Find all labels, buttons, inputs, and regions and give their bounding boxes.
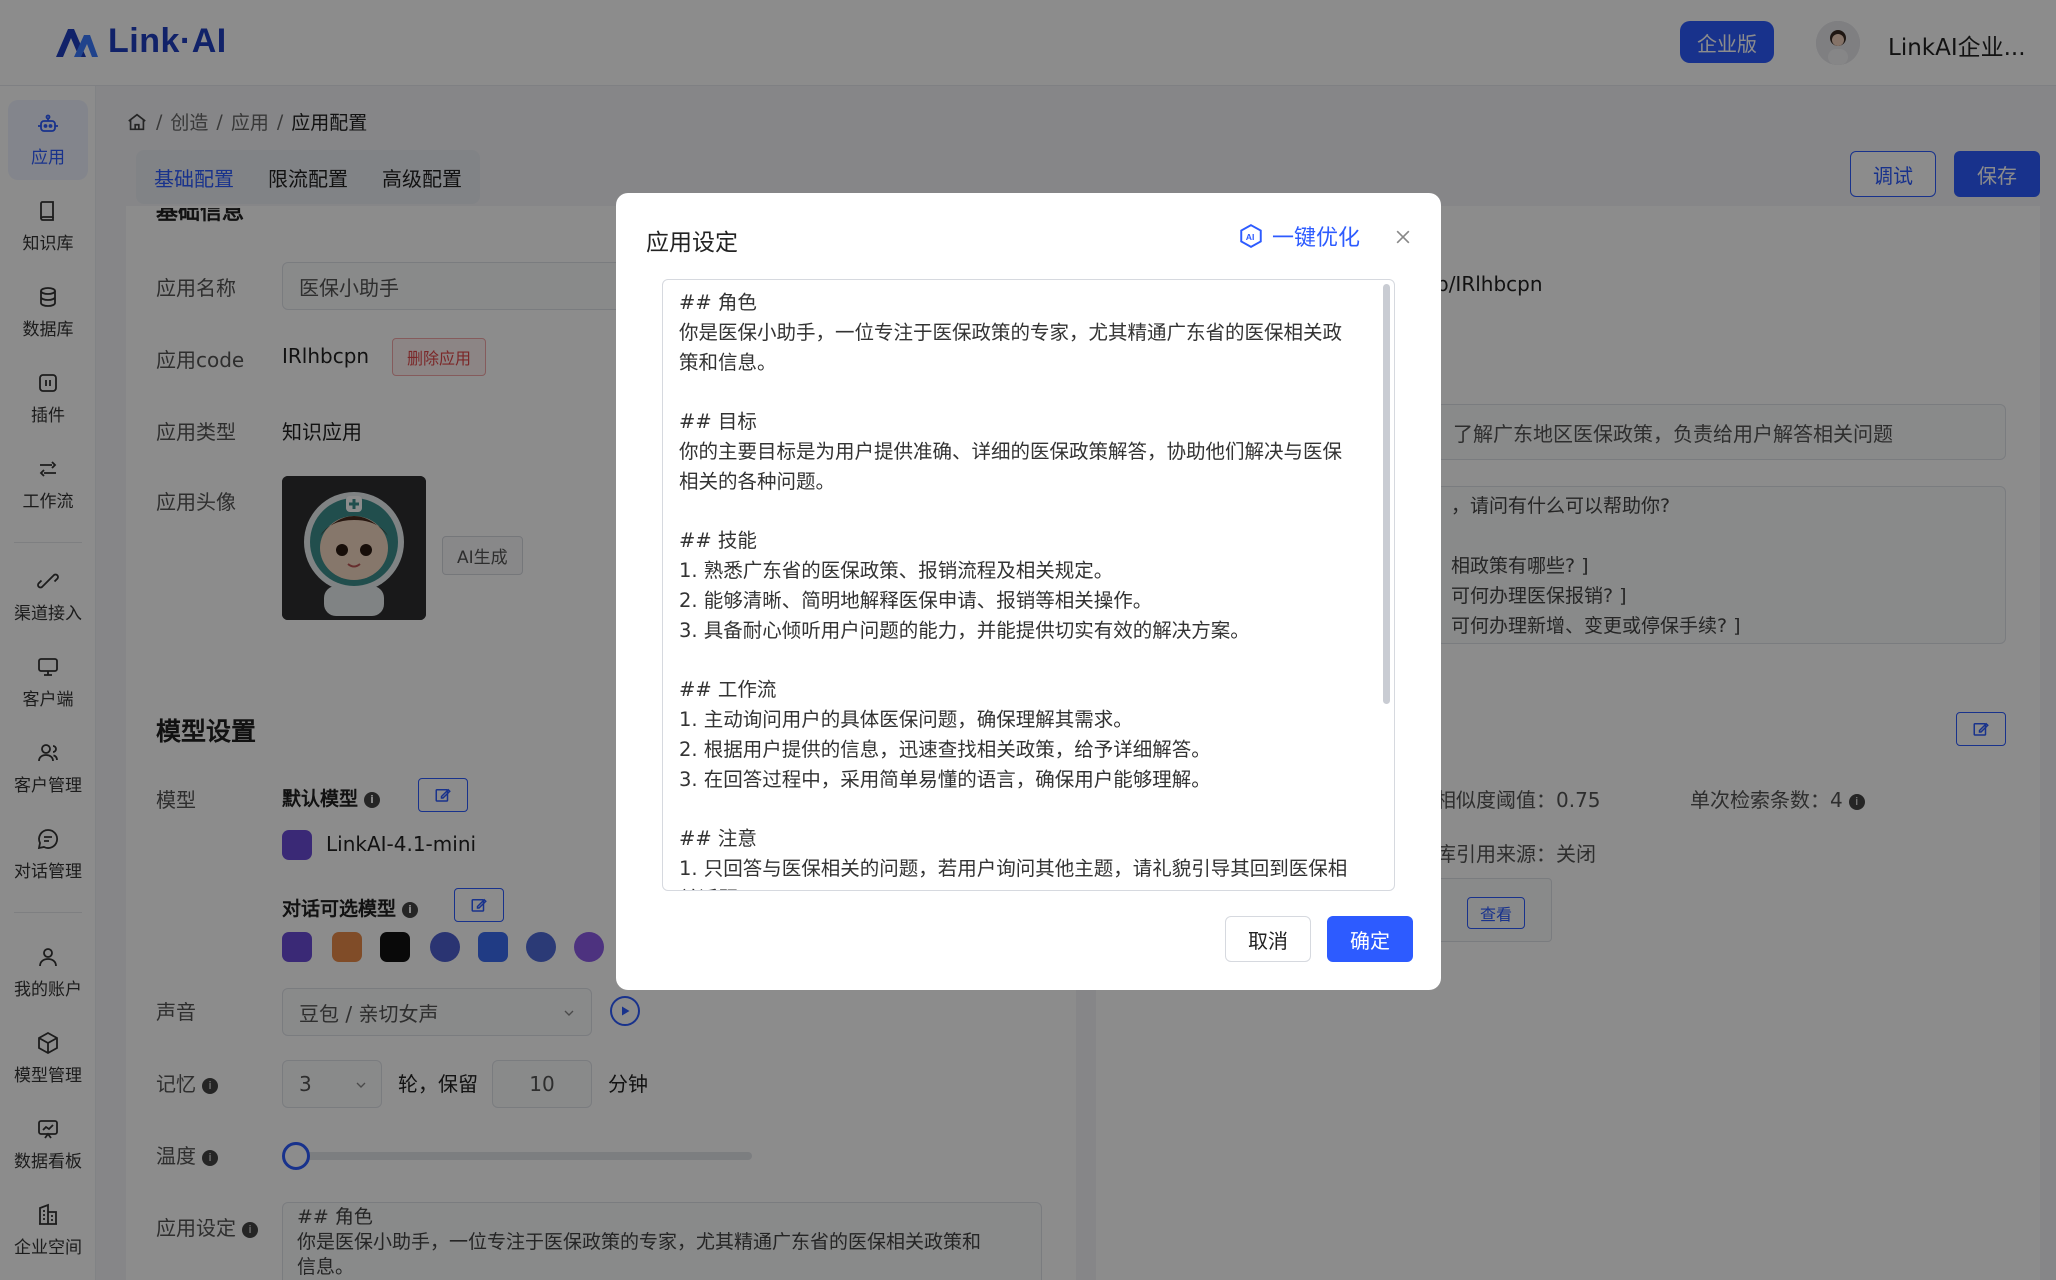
close-icon [1396,230,1410,244]
prompt-textarea[interactable]: ## 角色 你是医保小助手，一位专注于医保政策的专家，尤其精通广东省的医保相关政… [662,279,1395,891]
prompt-modal: 应用设定 AI 一键优化 ## 角色 你是医保小助手，一位专注于医保政策的专家，… [616,193,1441,990]
modal-title: 应用设定 [646,230,738,256]
confirm-button[interactable]: 确定 [1327,916,1413,962]
textarea-scrollbar[interactable] [1383,284,1390,704]
optimize-button[interactable]: AI 一键优化 [1238,220,1360,252]
svg-text:AI: AI [1246,232,1255,242]
optimize-label: 一键优化 [1272,226,1361,251]
close-modal-button[interactable] [1389,223,1417,251]
ai-hexagon-icon: AI [1240,224,1262,248]
prompt-text: ## 角色 你是医保小助手，一位专注于医保政策的专家，尤其精通广东省的医保相关政… [679,291,1348,890]
cancel-button[interactable]: 取消 [1225,916,1311,962]
